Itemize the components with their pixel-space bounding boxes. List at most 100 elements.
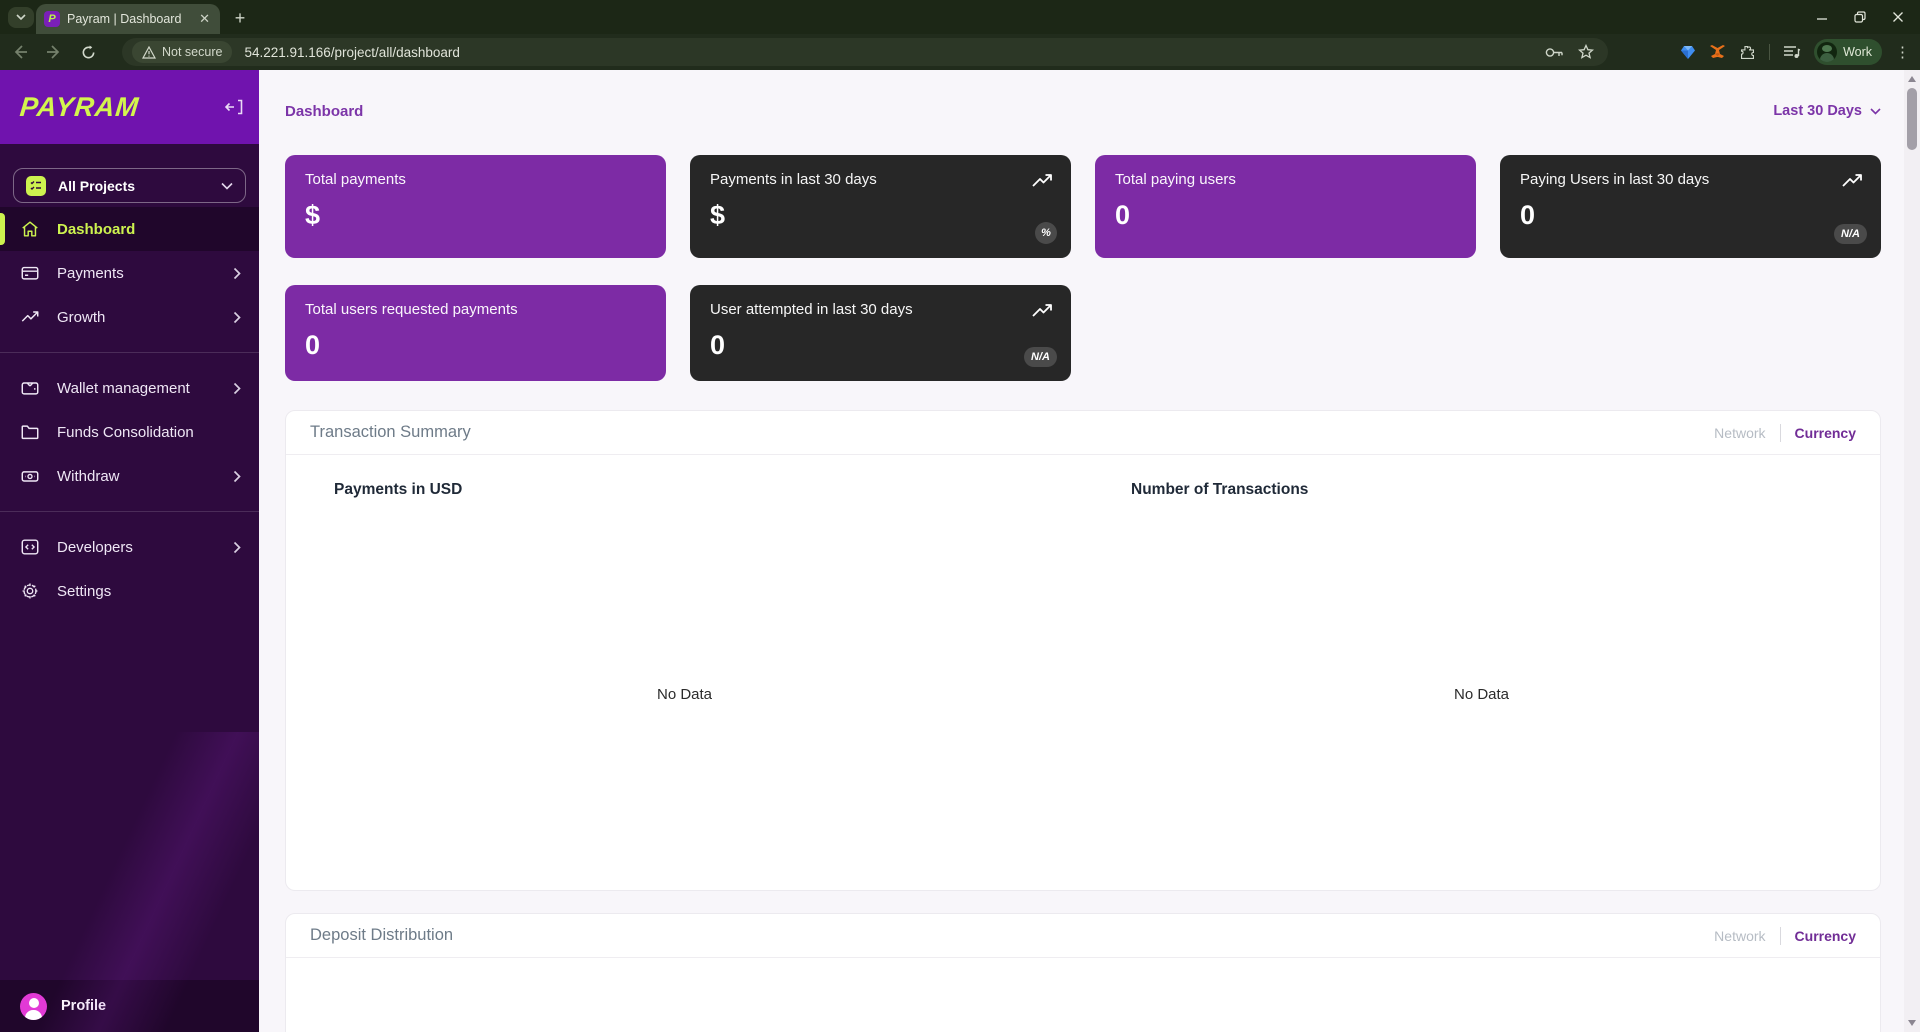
security-label: Not secure: [162, 45, 222, 59]
url-text[interactable]: 54.221.91.166/project/all/dashboard: [244, 45, 1545, 60]
sidebar: PAYRAM All Projects Dashboard Payments G…: [0, 70, 259, 1032]
tab-title: Payram | Dashboard: [67, 12, 190, 26]
warning-triangle-icon: [142, 46, 156, 59]
browser-profile-button[interactable]: Work: [1814, 39, 1882, 65]
trending-up-icon: [1031, 171, 1053, 189]
scroll-down-icon[interactable]: [1908, 1020, 1916, 1026]
stat-card-users-requested-payments: Total users requested payments 0: [285, 285, 666, 381]
back-button[interactable]: [6, 38, 34, 66]
extensions-puzzle-icon[interactable]: [1739, 44, 1756, 61]
wallet-icon: [20, 378, 41, 398]
sidebar-item-growth[interactable]: Growth: [0, 295, 259, 339]
browser-avatar: [1817, 42, 1837, 62]
security-status[interactable]: Not secure: [132, 41, 232, 63]
sidebar-item-settings[interactable]: Settings: [0, 569, 259, 613]
tab-close-icon[interactable]: ✕: [197, 11, 212, 27]
stat-value: 0: [1115, 200, 1456, 231]
trending-up-icon: [1031, 301, 1053, 319]
sidebar-collapse-button[interactable]: [225, 99, 243, 115]
sidebar-item-withdraw[interactable]: Withdraw: [0, 454, 259, 498]
chevron-right-icon: [233, 267, 241, 280]
page-scrollbar[interactable]: [1904, 70, 1920, 1032]
media-controls-icon[interactable]: [1783, 45, 1801, 59]
scrollbar-thumb[interactable]: [1907, 88, 1917, 150]
project-selector-label: All Projects: [58, 178, 209, 194]
transaction-summary-panel: Transaction Summary Network Currency Pay…: [285, 410, 1881, 891]
stat-value: 0: [305, 330, 646, 361]
chevron-right-icon: [233, 311, 241, 324]
sidebar-item-dashboard[interactable]: Dashboard: [0, 207, 259, 251]
toggle-network[interactable]: Network: [1714, 425, 1765, 441]
toggle-divider: [1780, 424, 1781, 442]
chevron-right-icon: [233, 541, 241, 554]
forward-arrow-icon: [46, 44, 62, 60]
minimize-button[interactable]: [1816, 11, 1828, 23]
toggle-network[interactable]: Network: [1714, 928, 1765, 944]
sidebar-item-label: Payments: [57, 265, 217, 282]
banknote-icon: [20, 466, 41, 486]
toggle-currency[interactable]: Currency: [1795, 425, 1856, 441]
stat-value: 0: [1520, 200, 1861, 231]
reload-button[interactable]: [74, 38, 102, 66]
chevron-right-icon: [233, 382, 241, 395]
forward-button[interactable]: [40, 38, 68, 66]
sidebar-item-label: Withdraw: [57, 468, 217, 485]
browser-tab-strip: P Payram | Dashboard ✕ +: [0, 0, 1920, 34]
sidebar-item-wallet-management[interactable]: Wallet management: [0, 366, 259, 410]
gem-extension-icon[interactable]: [1680, 45, 1696, 60]
sidebar-item-label: Settings: [57, 583, 241, 600]
metamask-fox-icon[interactable]: [1709, 44, 1726, 60]
main-content: Dashboard Last 30 Days Total payments $ …: [259, 70, 1904, 1032]
stat-card-paying-users-30d: Paying Users in last 30 days 0 N/A: [1500, 155, 1881, 258]
toggle-currency[interactable]: Currency: [1795, 928, 1856, 944]
tab-search-button[interactable]: [8, 7, 34, 28]
sidebar-item-label: Growth: [57, 309, 217, 326]
network-currency-toggle: Network Currency: [1714, 927, 1856, 945]
na-badge: N/A: [1834, 224, 1867, 244]
stat-title: Total paying users: [1115, 171, 1456, 188]
sidebar-profile[interactable]: Profile: [0, 980, 259, 1032]
sidebar-divider: [0, 511, 259, 512]
na-badge: N/A: [1024, 347, 1057, 367]
browser-menu-button[interactable]: ⋮: [1895, 43, 1910, 61]
breadcrumb[interactable]: Dashboard: [285, 103, 363, 120]
sidebar-header: PAYRAM: [0, 70, 259, 144]
trending-up-icon: [1841, 171, 1863, 189]
home-icon: [20, 219, 41, 239]
date-range-filter[interactable]: Last 30 Days: [1773, 103, 1881, 119]
chevron-right-icon: [233, 470, 241, 483]
collapse-sidebar-icon: [225, 99, 243, 115]
browser-tab[interactable]: P Payram | Dashboard ✕: [36, 4, 220, 34]
trending-up-icon: [20, 307, 41, 327]
stat-card-payments-30d: Payments in last 30 days $ %: [690, 155, 1071, 258]
sidebar-divider: [0, 352, 259, 353]
chevron-down-icon: [221, 182, 233, 190]
scroll-up-icon[interactable]: [1908, 76, 1916, 82]
code-icon: [20, 537, 41, 557]
stat-card-total-payments: Total payments $: [285, 155, 666, 258]
reload-icon: [81, 45, 96, 60]
sidebar-nav: Dashboard Payments Growth Wallet managem…: [0, 207, 259, 613]
sidebar-item-developers[interactable]: Developers: [0, 525, 259, 569]
new-tab-button[interactable]: +: [228, 6, 252, 30]
close-button[interactable]: [1892, 11, 1904, 23]
chevron-down-icon: [16, 14, 26, 21]
stat-title: Total payments: [305, 171, 646, 188]
sidebar-item-payments[interactable]: Payments: [0, 251, 259, 295]
percent-badge: %: [1035, 222, 1057, 244]
address-bar[interactable]: Not secure 54.221.91.166/project/all/das…: [122, 38, 1608, 66]
browser-profile-label: Work: [1843, 45, 1872, 59]
projects-list-icon: [26, 176, 46, 196]
password-key-icon[interactable]: [1545, 46, 1564, 59]
project-selector[interactable]: All Projects: [13, 168, 246, 203]
sidebar-item-label: Developers: [57, 539, 217, 556]
restore-button[interactable]: [1854, 11, 1866, 23]
sidebar-item-funds-consolidation[interactable]: Funds Consolidation: [0, 410, 259, 454]
bookmark-star-icon[interactable]: [1578, 44, 1594, 60]
chart-empty-state: No Data: [334, 499, 1083, 890]
network-currency-toggle: Network Currency: [1714, 424, 1856, 442]
stat-title: Payments in last 30 days: [710, 171, 1051, 188]
credit-card-icon: [20, 263, 41, 283]
stat-card-user-attempted-30d: User attempted in last 30 days 0 N/A: [690, 285, 1071, 381]
chart-title: Number of Transactions: [1131, 481, 1880, 499]
